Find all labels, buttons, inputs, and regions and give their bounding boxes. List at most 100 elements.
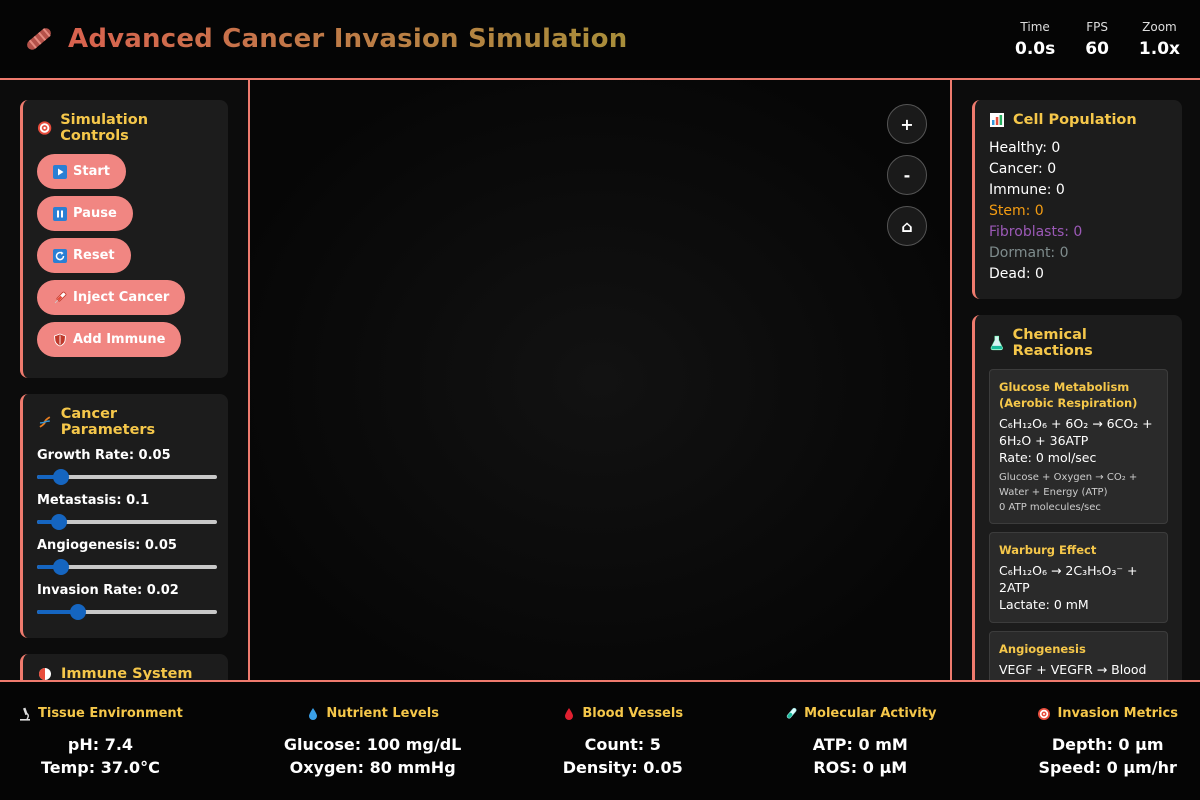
vessel-count-value: Count: 5 <box>584 735 661 754</box>
angiogenesis-slider[interactable] <box>37 553 217 579</box>
dead-count: Dead: 0 <box>989 266 1044 282</box>
temperature-value: Temp: 37.0°C <box>40 758 160 777</box>
atp-value: ATP: 0 mM <box>812 735 908 754</box>
slider-thumb[interactable] <box>50 514 67 530</box>
reaction-description: Glucose + Oxygen → CO₂ + Water + Energy … <box>999 472 1138 498</box>
blood-drop-icon <box>565 707 574 720</box>
stat-value: 0.0s <box>1015 38 1056 59</box>
card-title-text: Chemical Reactions <box>1012 327 1093 359</box>
card-title-text: Cell Population <box>1013 112 1137 128</box>
simulation-canvas[interactable]: + - ⌂ <box>250 80 950 680</box>
dormant-count: Dormant: 0 <box>989 245 1069 261</box>
stat-label: FPS <box>1086 19 1108 34</box>
button-label: Reset <box>73 248 115 263</box>
reaction-glucose-metabolism: Glucose Metabolism (Aerobic Respiration)… <box>989 369 1168 524</box>
card-title: Chemical Reactions <box>989 327 1168 359</box>
metric-title: Invasion Metrics <box>1037 706 1178 721</box>
reaction-atp-rate: 0 ATP molecules/sec <box>999 502 1101 513</box>
reaction-rate: Rate: 0 mol/sec <box>999 450 1097 465</box>
pause-button[interactable]: Pause <box>37 196 133 231</box>
slider-thumb[interactable] <box>53 469 70 485</box>
bar-chart-icon <box>990 113 1004 127</box>
simulation-controls-card: Simulation Controls Start Pause Reset In… <box>20 100 228 378</box>
test-tube-icon <box>786 707 797 719</box>
stat-value: 60 <box>1085 38 1109 59</box>
metric-title: Molecular Activity <box>784 706 936 721</box>
reaction-equation: C₆H₁₂O₆ + 6O₂ → 6CO₂ + 6H₂O + 36ATP <box>999 416 1153 448</box>
start-button[interactable]: Start <box>37 154 126 189</box>
ph-value: pH: 7.4 <box>67 735 134 754</box>
molecular-activity-metric: Molecular Activity ATP: 0 mM ROS: 0 μM <box>784 706 936 800</box>
invasion-metrics-metric: Invasion Metrics Depth: 0 μm Speed: 0 μm… <box>1037 706 1178 800</box>
card-title: Simulation Controls <box>37 112 214 144</box>
stat-time: Time 0.0s <box>1015 20 1055 59</box>
card-title: Immune System <box>37 666 214 680</box>
zoom-in-button[interactable]: + <box>887 104 927 144</box>
slider-thumb[interactable] <box>69 604 86 620</box>
growth-rate-slider[interactable] <box>37 463 217 489</box>
brand: Advanced Cancer Invasion Simulation <box>22 22 627 56</box>
metastasis-slider[interactable] <box>37 508 217 534</box>
blood-vessels-metric: Blood Vessels Count: 5 Density: 0.05 <box>562 706 683 800</box>
microscope-icon <box>20 707 30 721</box>
button-label: Inject Cancer <box>73 290 170 305</box>
target-icon <box>37 121 52 135</box>
shield-icon <box>54 333 66 346</box>
reset-button[interactable]: Reset <box>37 238 131 273</box>
metric-title: Blood Vessels <box>562 706 683 721</box>
vessel-density-value: Density: 0.05 <box>562 758 683 777</box>
left-panel: Simulation Controls Start Pause Reset In… <box>0 80 250 680</box>
speed-value: Speed: 0 μm/hr <box>1038 758 1177 777</box>
syringe-icon <box>54 291 67 303</box>
droplet-icon <box>309 707 318 720</box>
card-title: Cancer Parameters <box>37 406 214 438</box>
invasion-rate-slider[interactable] <box>37 598 217 624</box>
cancer-count: Cancer: 0 <box>989 161 1057 177</box>
stat-fps: FPS 60 <box>1085 20 1109 59</box>
glucose-value: Glucose: 100 mg/dL <box>283 735 462 754</box>
button-label: Start <box>73 164 110 179</box>
metric-title-text: Nutrient Levels <box>326 706 439 721</box>
metric-title: Tissue Environment <box>18 706 183 721</box>
header-bar: Advanced Cancer Invasion Simulation Time… <box>0 0 1200 80</box>
reaction-angiogenesis: Angiogenesis VEGF + VEGFR → Blood Vessel… <box>989 631 1168 680</box>
metastasis-label: Metastasis: 0.1 <box>37 493 150 508</box>
dna-icon <box>27 28 51 50</box>
ros-value: ROS: 0 μM <box>813 758 908 777</box>
depth-value: Depth: 0 μm <box>1051 735 1164 754</box>
reaction-rate: Lactate: 0 mM <box>999 597 1089 612</box>
pill-icon <box>39 668 51 680</box>
nutrient-levels-metric: Nutrient Levels Glucose: 100 mg/dL Oxyge… <box>284 706 461 800</box>
card-title-text: Cancer Parameters <box>60 406 156 438</box>
zoom-out-button[interactable]: - <box>887 155 927 195</box>
stat-value: 1.0x <box>1138 38 1180 59</box>
reset-icon <box>53 248 67 263</box>
immune-count: Immune: 0 <box>989 182 1065 198</box>
inject-cancer-button[interactable]: Inject Cancer <box>37 280 186 315</box>
dna-icon <box>39 416 51 428</box>
cancer-parameters-card: Cancer Parameters Growth Rate: 0.05 Meta… <box>20 394 228 638</box>
target-icon <box>1038 707 1051 720</box>
immune-system-card: Immune System <box>20 654 228 680</box>
page-title: Advanced Cancer Invasion Simulation <box>68 24 628 54</box>
metric-title: Nutrient Levels <box>284 706 461 721</box>
card-title-text: Simulation Controls <box>60 112 149 144</box>
stat-zoom: Zoom 1.0x <box>1139 20 1180 59</box>
metrics-bar: Tissue Environment pH: 7.4 Temp: 37.0°C … <box>0 680 1200 800</box>
reaction-equation: VEGF + VEGFR → Blood Vessel Growth <box>999 662 1147 680</box>
chemical-reactions-card: Chemical Reactions Glucose Metabolism (A… <box>972 315 1182 680</box>
reaction-title: Angiogenesis <box>999 642 1086 656</box>
add-immune-button[interactable]: Add Immune <box>37 322 182 357</box>
oxygen-value: Oxygen: 80 mmHg <box>289 758 456 777</box>
stem-count: Stem: 0 <box>989 203 1044 219</box>
reset-view-button[interactable]: ⌂ <box>887 206 927 246</box>
tissue-environment-metric: Tissue Environment pH: 7.4 Temp: 37.0°C <box>18 706 183 800</box>
reaction-equation: C₆H₁₂O₆ → 2C₃H₅O₃⁻ + 2ATP <box>999 563 1138 595</box>
play-icon <box>53 164 67 179</box>
metric-title-text: Blood Vessels <box>582 706 684 721</box>
slider-thumb[interactable] <box>53 559 70 575</box>
card-title: Cell Population <box>989 112 1168 128</box>
invasion-rate-label: Invasion Rate: 0.02 <box>37 583 179 598</box>
metric-title-text: Tissue Environment <box>38 706 183 721</box>
metric-title-text: Molecular Activity <box>804 706 937 721</box>
